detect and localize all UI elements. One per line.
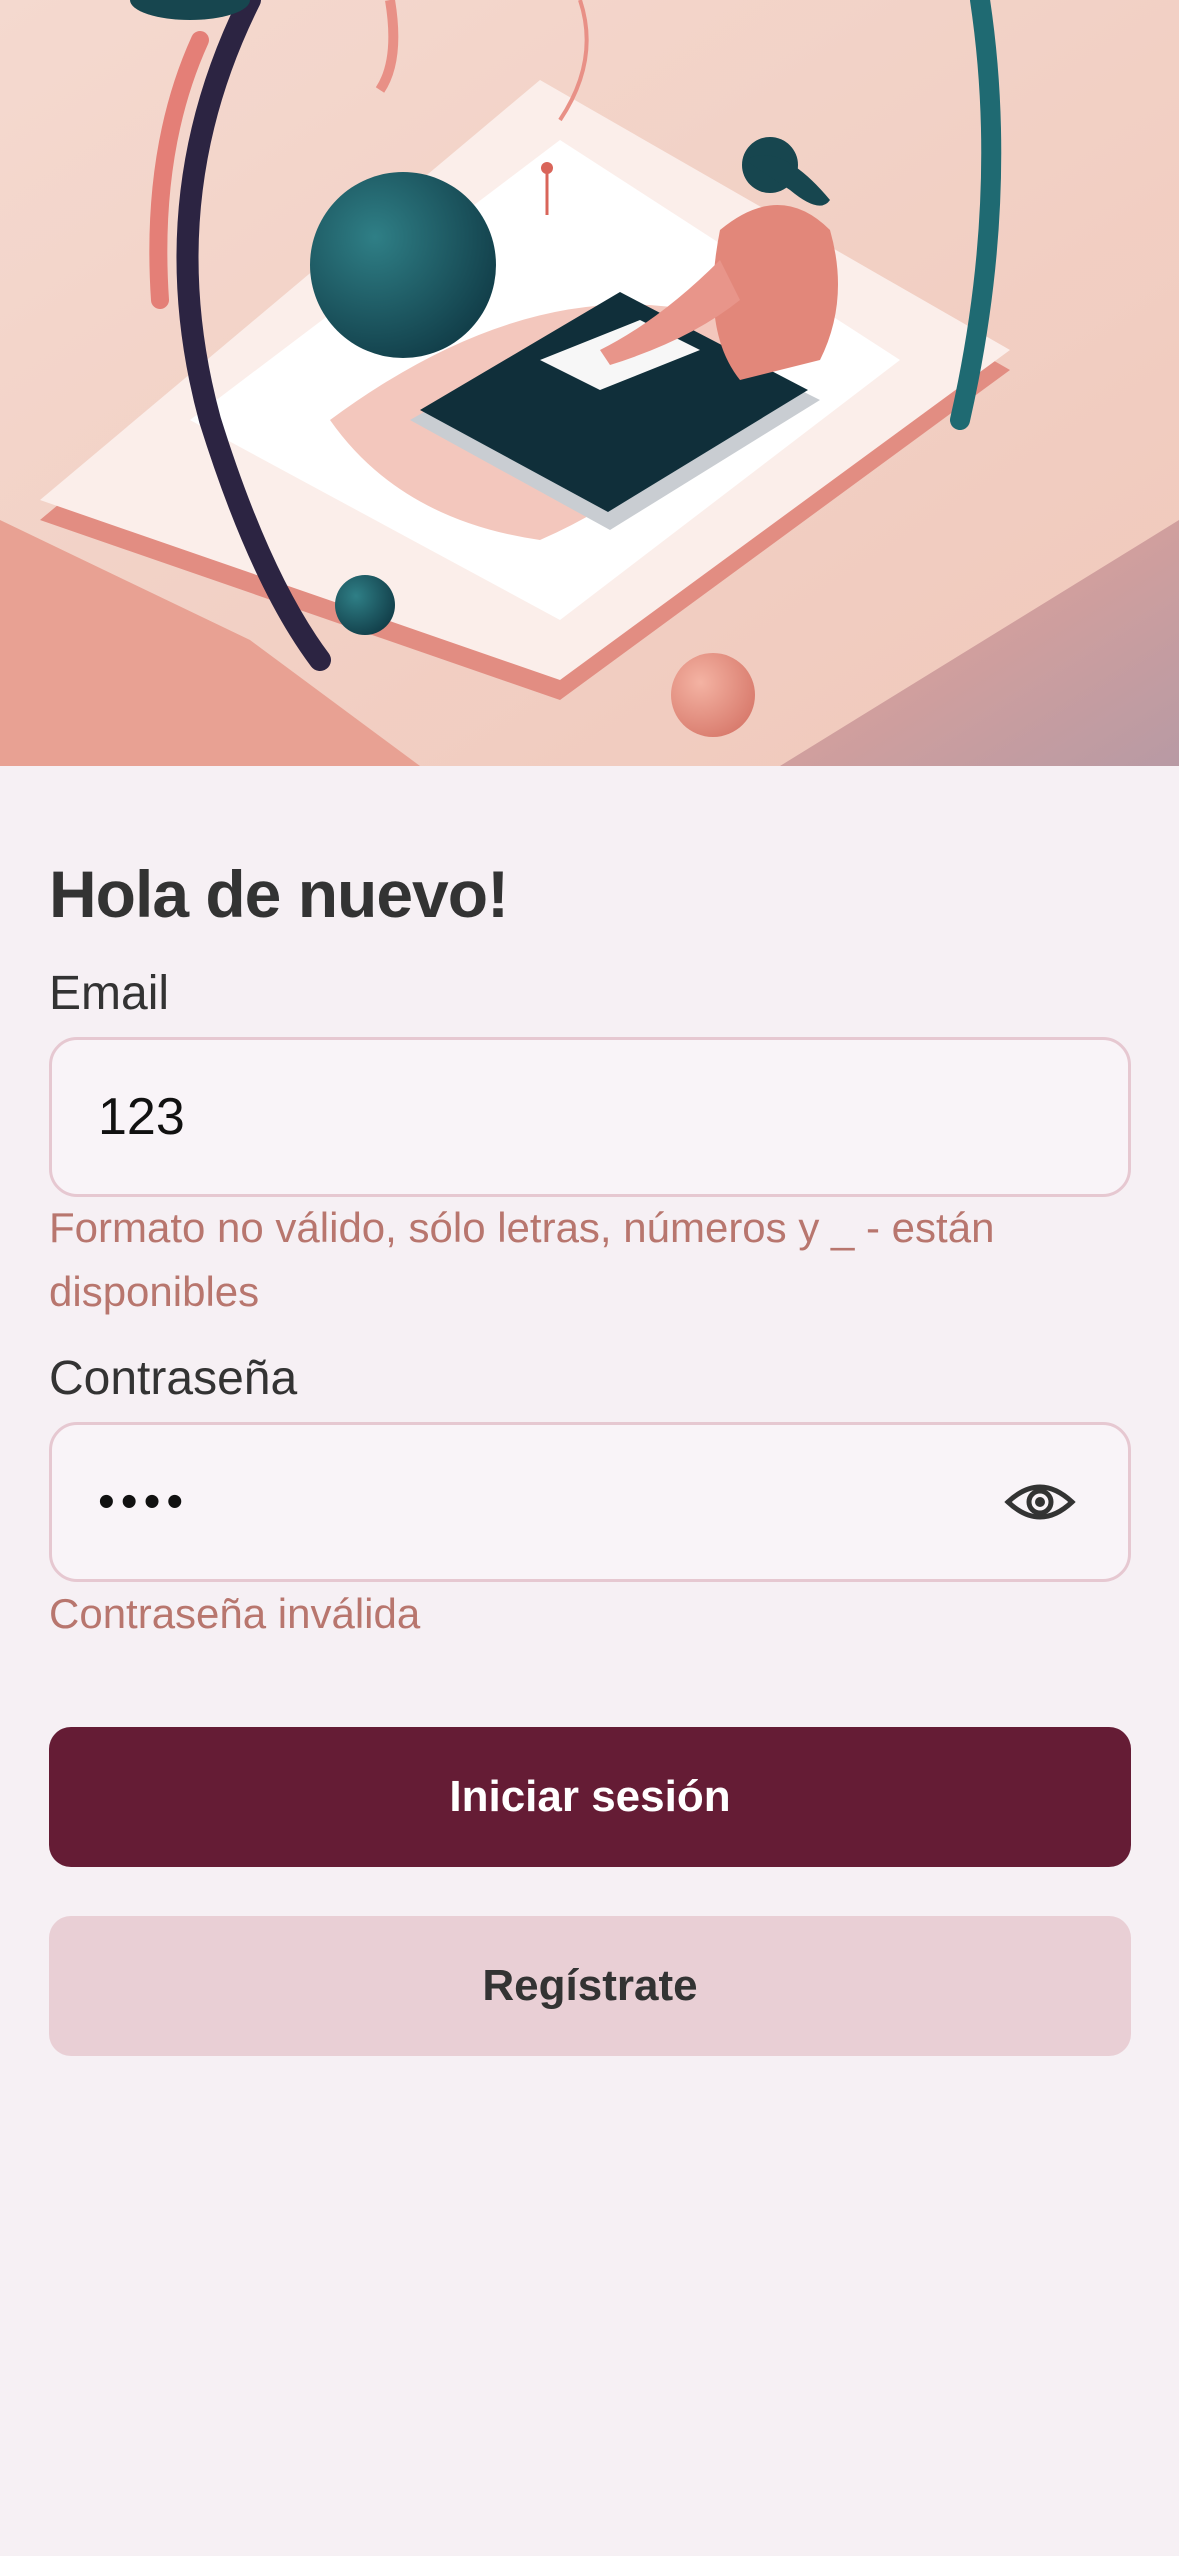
register-button[interactable]: Regístrate (49, 1916, 1131, 2056)
hero-illustration (0, 0, 1179, 766)
password-label: Contraseña (49, 1352, 298, 1405)
email-value: 123 (98, 1088, 185, 1146)
email-error: Formato no válido, sólo letras, números … (49, 1204, 995, 1315)
email-field[interactable]: 123 (49, 1037, 1131, 1197)
email-label: Email (49, 967, 170, 1020)
password-error: Contraseña inválida (49, 1590, 421, 1637)
eye-icon[interactable] (1004, 1478, 1076, 1526)
password-value: •••• (98, 1475, 190, 1529)
password-field[interactable]: •••• (49, 1422, 1131, 1582)
page-title: Hola de nuevo! (49, 857, 509, 931)
login-button[interactable]: Iniciar sesión (49, 1727, 1131, 1867)
